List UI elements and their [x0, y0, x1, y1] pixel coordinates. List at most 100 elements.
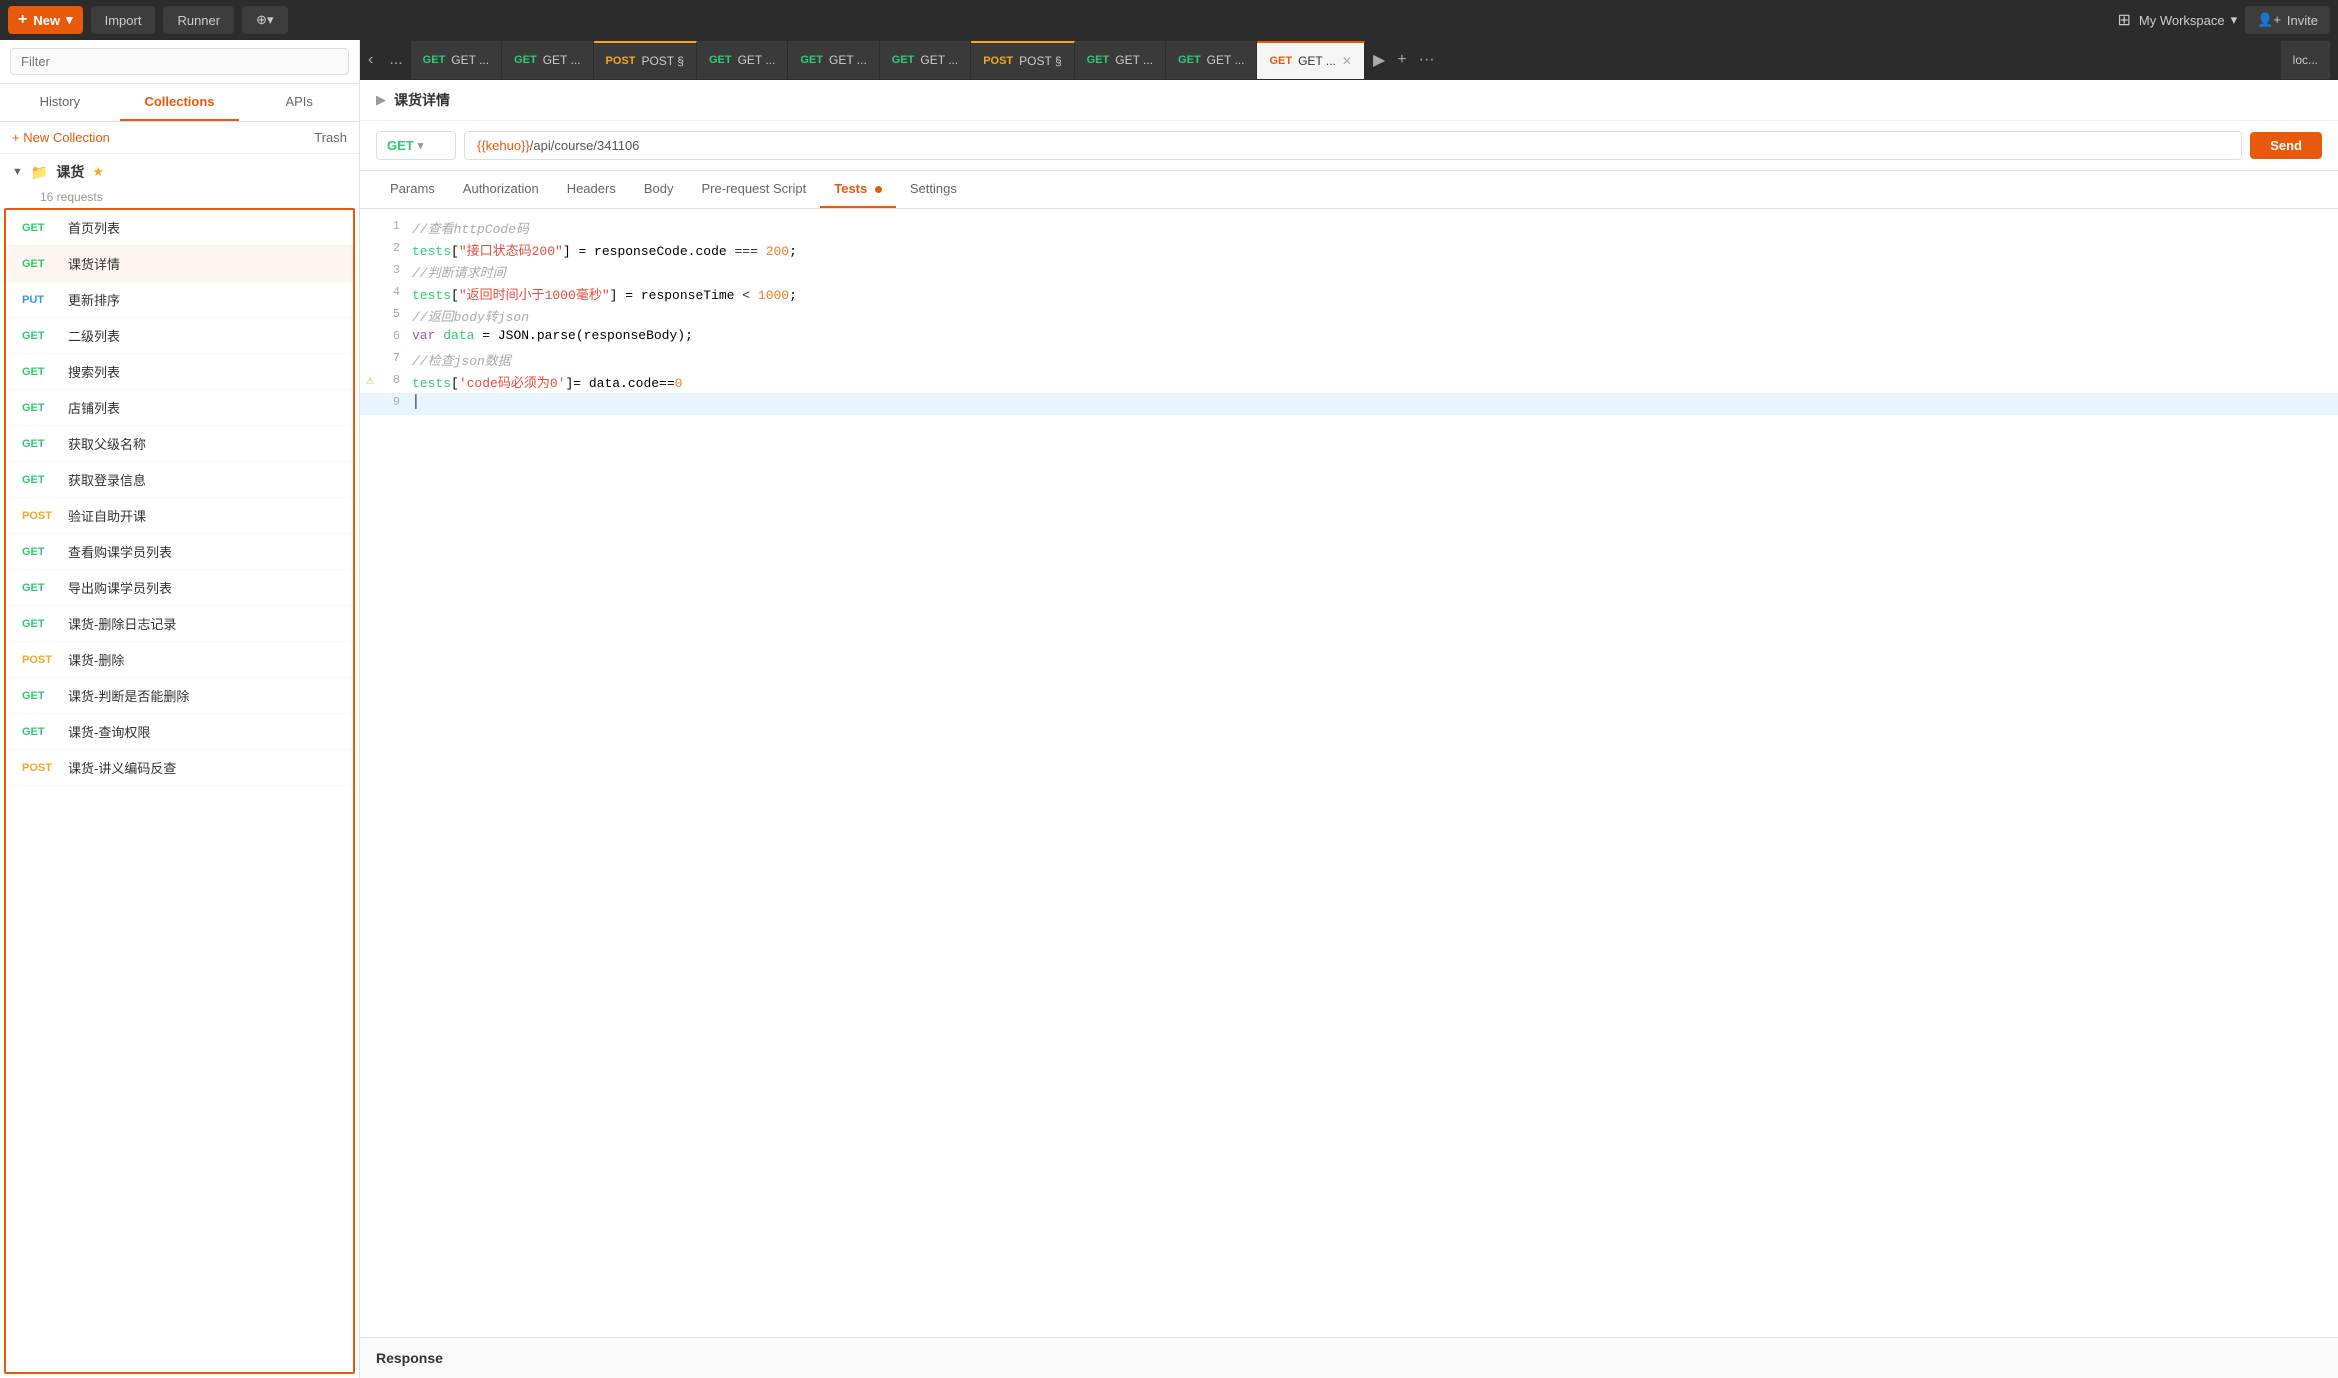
star-icon: ★ — [92, 164, 104, 180]
tab-item[interactable]: GET GET ... — [1166, 41, 1257, 79]
request-item[interactable]: GET 店铺列表 — [6, 390, 353, 426]
workspace-button[interactable]: My Workspace ▾ — [2139, 12, 2237, 28]
request-item[interactable]: GET 课货详情 — [6, 246, 353, 282]
method-badge: GET — [22, 222, 58, 234]
request-name: 店铺列表 — [68, 398, 120, 417]
new-collection-button[interactable]: + New Collection — [12, 130, 110, 145]
tab-authorization[interactable]: Authorization — [449, 171, 553, 208]
new-button[interactable]: + New ▾ — [8, 6, 83, 34]
request-title-bar: ▶ 课货详情 — [360, 80, 2338, 121]
tab-item[interactable]: GET GET ... — [880, 41, 971, 79]
trash-button[interactable]: Trash — [314, 130, 347, 145]
tab-method: GET — [514, 54, 537, 66]
tab-label: POST § — [641, 54, 683, 68]
extra-button[interactable]: ⊕▾ — [242, 6, 287, 34]
request-item[interactable]: GET 课货-判断是否能删除 — [6, 678, 353, 714]
tab-actions: ▶ + ··· — [1369, 50, 1439, 70]
code-line: 1 //查看httpCode码 — [360, 217, 2338, 239]
tab-item-active[interactable]: GET GET ... ✕ — [1257, 41, 1364, 79]
warn-icon-empty — [360, 393, 380, 395]
tab-label: GET ... — [738, 53, 776, 67]
new-label: New — [33, 13, 60, 28]
tab-apis[interactable]: APIs — [239, 84, 359, 121]
tab-item-post[interactable]: POST POST § — [594, 41, 697, 79]
tab-add-button[interactable]: + — [1393, 50, 1410, 70]
send-button[interactable]: Send — [2250, 132, 2322, 159]
tab-method: POST — [606, 55, 636, 67]
method-text: GET — [387, 138, 414, 153]
request-item[interactable]: PUT 更新排序 — [6, 282, 353, 318]
request-name: 二级列表 — [68, 326, 120, 345]
request-tabs: Params Authorization Headers Body Pre-re… — [360, 171, 2338, 209]
line-content: //判断请求时间 — [412, 261, 2338, 282]
request-item[interactable]: GET 首页列表 — [6, 210, 353, 246]
tab-tests[interactable]: Tests — [820, 171, 896, 208]
tabs-bar: ‹ ... GET GET ... GET GET ... POST POST … — [360, 40, 2338, 80]
request-item[interactable]: POST 验证自助开课 — [6, 498, 353, 534]
sidebar-tabs: History Collections APIs — [0, 84, 359, 122]
request-item[interactable]: GET 搜索列表 — [6, 354, 353, 390]
method-badge: GET — [22, 474, 58, 486]
tab-body[interactable]: Body — [630, 171, 688, 208]
tab-item[interactable]: GET GET ... — [502, 41, 593, 79]
tab-more-button[interactable]: ··· — [1415, 50, 1439, 70]
search-input[interactable] — [10, 48, 349, 75]
request-item[interactable]: GET 二级列表 — [6, 318, 353, 354]
method-chevron: ▾ — [418, 139, 424, 152]
workspace-label: My Workspace — [2139, 13, 2225, 28]
tabs-nav-left[interactable]: ‹ — [360, 51, 381, 69]
request-item[interactable]: GET 课货-删除日志记录 — [6, 606, 353, 642]
warn-icon-empty — [360, 239, 380, 241]
request-item[interactable]: GET 课货-查询权限 — [6, 714, 353, 750]
tab-collections[interactable]: Collections — [120, 84, 240, 121]
request-item[interactable]: GET 获取登录信息 — [6, 462, 353, 498]
url-bar: GET ▾ {{kehuo}}/api/course/341106 Send — [360, 121, 2338, 171]
sidebar-actions: + New Collection Trash — [0, 122, 359, 154]
import-button[interactable]: Import — [91, 6, 156, 34]
main-content: ‹ ... GET GET ... GET GET ... POST POST … — [360, 40, 2338, 1378]
tab-item[interactable]: GET GET ... — [1075, 41, 1166, 79]
line-num: 3 — [380, 261, 412, 277]
tab-headers[interactable]: Headers — [553, 171, 630, 208]
close-tab-icon[interactable]: ✕ — [1342, 54, 1352, 68]
tab-settings[interactable]: Settings — [896, 171, 971, 208]
tab-method: GET — [1178, 54, 1201, 66]
tab-item[interactable]: GET GET ... — [697, 41, 788, 79]
tab-params[interactable]: Params — [376, 171, 449, 208]
folder-icon: 📁 — [31, 164, 48, 181]
line-num: 5 — [380, 305, 412, 321]
env-selector[interactable]: loc... — [2281, 41, 2330, 79]
runner-button[interactable]: Runner — [163, 6, 234, 34]
request-item[interactable]: GET 导出购课学员列表 — [6, 570, 353, 606]
method-badge: POST — [22, 654, 58, 666]
tab-item[interactable]: GET GET ... — [788, 41, 879, 79]
tab-item[interactable]: GET GET ... — [411, 41, 502, 79]
tab-history[interactable]: History — [0, 84, 120, 121]
tab-method: GET — [423, 54, 446, 66]
tab-method: POST — [983, 55, 1013, 67]
request-item[interactable]: GET 查看购课学员列表 — [6, 534, 353, 570]
line-content: tests['code码必须为0']= data.code==0 — [412, 371, 2338, 392]
tab-item-post[interactable]: POST POST § — [971, 41, 1074, 79]
tab-method: GET — [892, 54, 915, 66]
tab-pre-request[interactable]: Pre-request Script — [687, 171, 820, 208]
request-item[interactable]: POST 课货-删除 — [6, 642, 353, 678]
url-input[interactable]: {{kehuo}}/api/course/341106 — [464, 131, 2242, 160]
line-content: │ — [412, 393, 2338, 410]
line-num: 8 — [380, 371, 412, 387]
method-select[interactable]: GET ▾ — [376, 131, 456, 160]
collection-header[interactable]: ▼ 📁 课货 ★ — [0, 154, 359, 190]
breadcrumb-arrow[interactable]: ▶ — [376, 92, 386, 108]
sidebar-search-area — [0, 40, 359, 84]
request-item[interactable]: GET 获取父级名称 — [6, 426, 353, 462]
invite-button[interactable]: 👤+ Invite — [2245, 6, 2330, 34]
warn-icon-empty — [360, 327, 380, 329]
method-badge: GET — [22, 582, 58, 594]
request-item[interactable]: POST 课货-讲义编码反查 — [6, 750, 353, 786]
tab-label: GET ... — [451, 53, 489, 67]
tests-dot — [875, 186, 882, 193]
method-badge: GET — [22, 618, 58, 630]
tabs-nav-left2[interactable]: ... — [381, 51, 410, 69]
tab-nav-right[interactable]: ▶ — [1369, 50, 1389, 70]
code-editor[interactable]: 1 //查看httpCode码 2 tests["接口状态码200"] = re… — [360, 209, 2338, 1337]
